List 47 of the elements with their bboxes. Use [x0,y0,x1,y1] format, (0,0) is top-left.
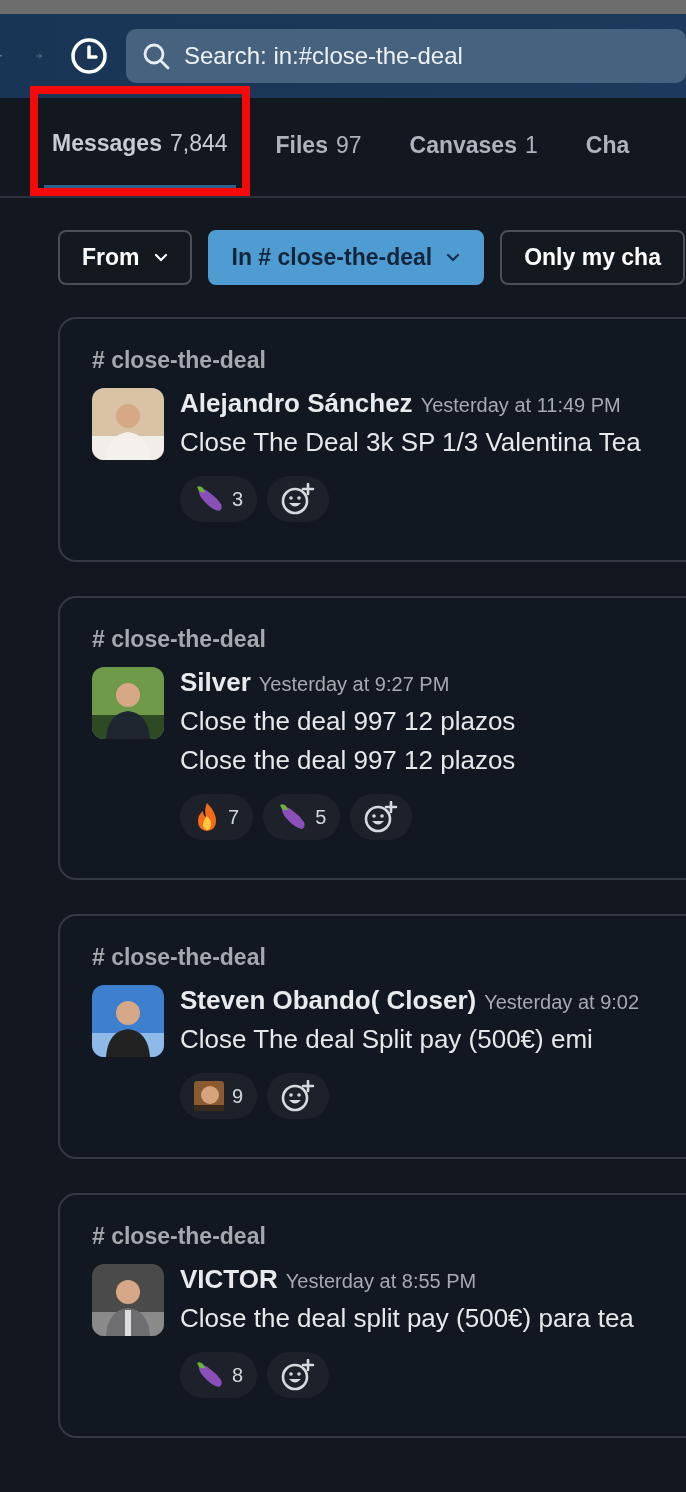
add-emoji-icon [281,1359,316,1391]
author-name[interactable]: Alejandro Sánchez [180,388,413,419]
tab[interactable]: Messages 7,844 [44,94,236,188]
add-reaction-button[interactable] [267,476,330,522]
message-text: Close the deal 997 12 plazos [180,745,516,776]
filter-button[interactable]: Only my cha [500,230,685,285]
message-card[interactable]: # close-the-deal VICTOR Yesterday at 8:55 PM Close the deal split pay (500€) para tea 8 [58,1193,686,1438]
reaction-button[interactable]: 7 [180,794,254,840]
add-emoji-icon [281,483,316,515]
message-text: Close the deal 997 12 plazos [180,706,516,737]
add-emoji-icon [364,801,399,833]
timestamp[interactable]: Yesterday at 9:27 PM [258,673,450,696]
eggplant-icon [277,803,308,831]
add-emoji-icon [281,1080,316,1112]
reaction-button[interactable]: 5 [263,794,341,840]
channel-name[interactable]: # close-the-deal [92,347,266,374]
tab[interactable]: Cha [577,106,638,188]
history-clock-icon[interactable] [70,37,108,75]
filter-button[interactable]: From [58,230,192,285]
channel-name[interactable]: # close-the-deal [92,1223,266,1250]
reaction-button[interactable]: 8 [180,1352,258,1398]
tab[interactable]: Files 97 [267,106,370,188]
message-text: Close The Deal 3k SP 1/3 Valentina Tea [180,427,641,458]
message-text: Close The deal Split pay (500€) emi [180,1024,594,1055]
author-name[interactable]: Silver [180,667,251,698]
search-field[interactable]: Search: in:#close-the-deal [126,29,686,83]
tab[interactable]: Canvases 1 [401,106,546,188]
add-reaction-button[interactable] [267,1352,330,1398]
reaction-button[interactable]: 3 [180,476,258,522]
author-name[interactable]: VICTOR [180,1264,278,1295]
add-reaction-button[interactable] [350,794,413,840]
eggplant-icon [194,485,224,513]
author-name[interactable]: Steven Obando( Closer) [180,985,477,1016]
channel-name[interactable]: # close-the-deal [92,626,266,653]
search-icon [142,42,170,70]
message-text: Close the deal split pay (500€) para tea [180,1303,634,1334]
message-card[interactable]: # close-the-deal Silver Yesterday at 9:27 PM Close the deal 997 12 plazos Close the deal 997 12 plazos 7 5 [58,596,686,880]
reaction-button[interactable]: 9 [180,1073,258,1119]
eggplant-icon [194,1361,224,1389]
channel-name[interactable]: # close-the-deal [92,944,266,971]
timestamp[interactable]: Yesterday at 8:55 PM [285,1270,477,1293]
timestamp[interactable]: Yesterday at 11:49 PM [420,394,621,417]
message-card[interactable]: # close-the-deal Alejandro Sánchez Yesterday at 11:49 PM Close The Deal 3k SP 1/3 Valentina Tea 3 [58,317,686,562]
message-card[interactable]: # close-the-deal Steven Obando( Closer) Yesterday at 9:02 Close The deal Split pay (500€) emi 9 [58,914,686,1159]
timestamp[interactable]: Yesterday at 9:02 [484,991,640,1014]
add-reaction-button[interactable] [267,1073,330,1119]
filter-button[interactable]: In # close-the-deal [207,230,485,285]
